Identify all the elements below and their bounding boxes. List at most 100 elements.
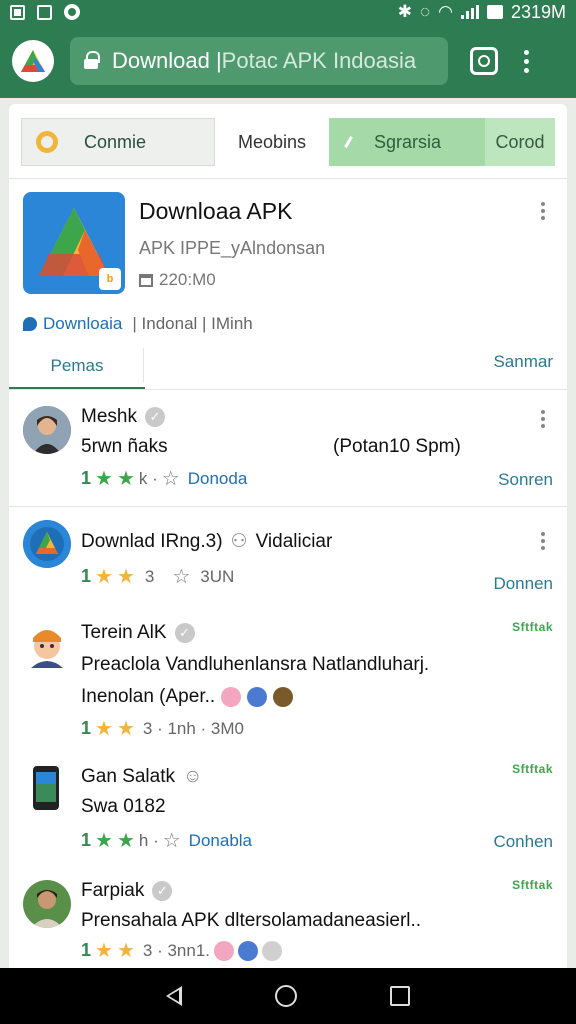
reviewer-name: Downlad IRng.3) ⚇ Vidaliciar [81,530,332,553]
tabs-icon[interactable] [470,47,498,75]
star-icon: ★ [116,717,135,740]
review-action[interactable]: Donnen [493,574,553,594]
emoji-icon [273,687,294,707]
bluetooth-icon: ✱ [397,2,412,21]
reviewer-name-extra: Vidaliciar [255,530,333,552]
star-icon: ★ [95,717,113,740]
emoji-icon [214,940,234,961]
wifi-icon: ◠ [438,2,453,21]
image-icon [10,4,25,20]
more-vertical-icon[interactable] [524,49,529,73]
star-icon: ★ [95,829,113,852]
tab-reviews[interactable]: Pemas [9,344,145,390]
app-size: 220:M0 [139,270,216,290]
filter-chip-2[interactable]: Meobins [215,118,329,166]
review-meta: 1 ★ ★ k · ☆ Donoda [81,468,247,489]
tab-reviews-label: Pemas [50,355,104,375]
calendar-icon [139,273,153,287]
reviewer-name-text: Meshk [81,406,137,427]
download-meta: | Indonal | IMinh [132,314,253,333]
star-icon: ★ [116,565,135,588]
divider [9,178,567,179]
browser-toolbar: Download | Potac APK Indoasia [0,24,576,98]
gallery-icon [37,4,52,20]
lock-icon [84,51,100,69]
verified-icon: ✓ [152,881,173,901]
avatar[interactable] [23,520,71,568]
review-menu-icon[interactable] [541,532,545,550]
app-menu-icon[interactable] [541,202,545,220]
avatar[interactable] [23,620,71,668]
review-tag: Sftftak [512,878,553,892]
back-icon[interactable] [166,986,183,1006]
status-bar: ✱ ◌ ◠ 2319M [0,0,576,24]
emoji-icon [262,940,282,961]
review-meta-text: h · [138,830,159,850]
star-icon: ★ [95,939,113,962]
system-nav-bar [0,968,576,1024]
filter-chip-4[interactable]: Corod [485,118,555,166]
signal-icon [460,5,479,19]
filter-chip-3[interactable]: Sgrarsia [329,118,485,166]
star-icon: ★ [95,467,113,490]
star-outline-icon: ☆ [161,467,180,490]
recents-icon[interactable] [389,986,410,1006]
tab-separator [143,348,144,382]
reviewer-name-text: Terein AlK [81,622,167,643]
review-link[interactable]: Donabla [189,831,252,851]
avatar[interactable] [31,764,61,812]
url-path: Potac APK Indoasia [221,48,417,73]
filter-chip-1[interactable]: Conmie [21,118,215,166]
chat-bubble-icon [23,317,37,331]
review-meta: 1 ★ ★ 3 · 3nn1. [81,940,282,961]
url-host: Download | [112,48,222,73]
rating-number: 1 [81,566,92,586]
reviewer-name: Meshk ✓ [81,406,165,428]
address-bar[interactable]: Download | Potac APK Indoasia [70,37,448,85]
rating-number: 1 [81,468,92,488]
smiley-icon: ☺ [183,766,203,787]
review-meta: 1 ★ ★ h · ☆ Donabla [81,830,252,851]
star-outline-icon: ☆ [162,829,181,852]
download-link[interactable]: Downloaia [23,314,122,334]
review-meta: 1 ★ ★ 3 ☆ 3UN [81,566,234,587]
review-link[interactable]: Donoda [188,469,248,489]
avatar[interactable] [23,406,71,454]
review-meta-text: 3 · 1nh · 3M0 [142,718,244,738]
review-time: (Potan10 Spm) [333,436,461,457]
review-menu-icon[interactable] [541,410,545,428]
avatar[interactable] [23,880,71,928]
review-tag: Sftftak [512,620,553,634]
filter-chip-2-label: Meobins [237,131,307,152]
divider [9,389,567,390]
app-size-value: 220:M0 [159,270,216,289]
review-meta: 1 ★ ★ 3 · 1nh · 3M0 [81,718,244,739]
review-text-2: Inenolan (Aper.. [81,686,294,708]
review-action[interactable]: Sonren [498,470,553,490]
review-text-2-content: Inenolan (Aper.. [81,686,216,707]
battery-icon [486,5,503,19]
rating-number: 1 [81,940,92,960]
reviewer-name: Gan Salatk ☺ [81,766,202,788]
reviewer-name-text: Downlad IRng.3) [81,530,223,552]
reviewer-name: Farpiak ✓ [81,880,173,902]
alarm-icon: ◌ [420,2,431,21]
review-meta-text: 3 [144,566,155,586]
divider [9,506,567,507]
pen-icon [344,136,353,148]
app-icon[interactable]: b [23,192,125,294]
ring-icon [36,131,58,153]
rating-number: 1 [81,830,92,850]
app-badge: b [99,268,121,290]
star-icon: ★ [116,939,135,962]
app-subtitle: APK IPPE_yAlndonsan [139,238,326,258]
home-icon[interactable] [274,985,297,1007]
tab-summary[interactable]: Sanmar [493,352,553,372]
review-meta-text: 3 · 3nn1. [142,940,210,960]
star-outline-icon: ☆ [172,565,191,588]
reviewer-name: Terein AlK ✓ [81,622,195,644]
reviewer-name-text: Farpiak [81,880,145,901]
browser-logo-icon[interactable] [12,40,54,82]
rating-number: 1 [81,718,92,738]
review-action[interactable]: Conhen [493,832,553,852]
